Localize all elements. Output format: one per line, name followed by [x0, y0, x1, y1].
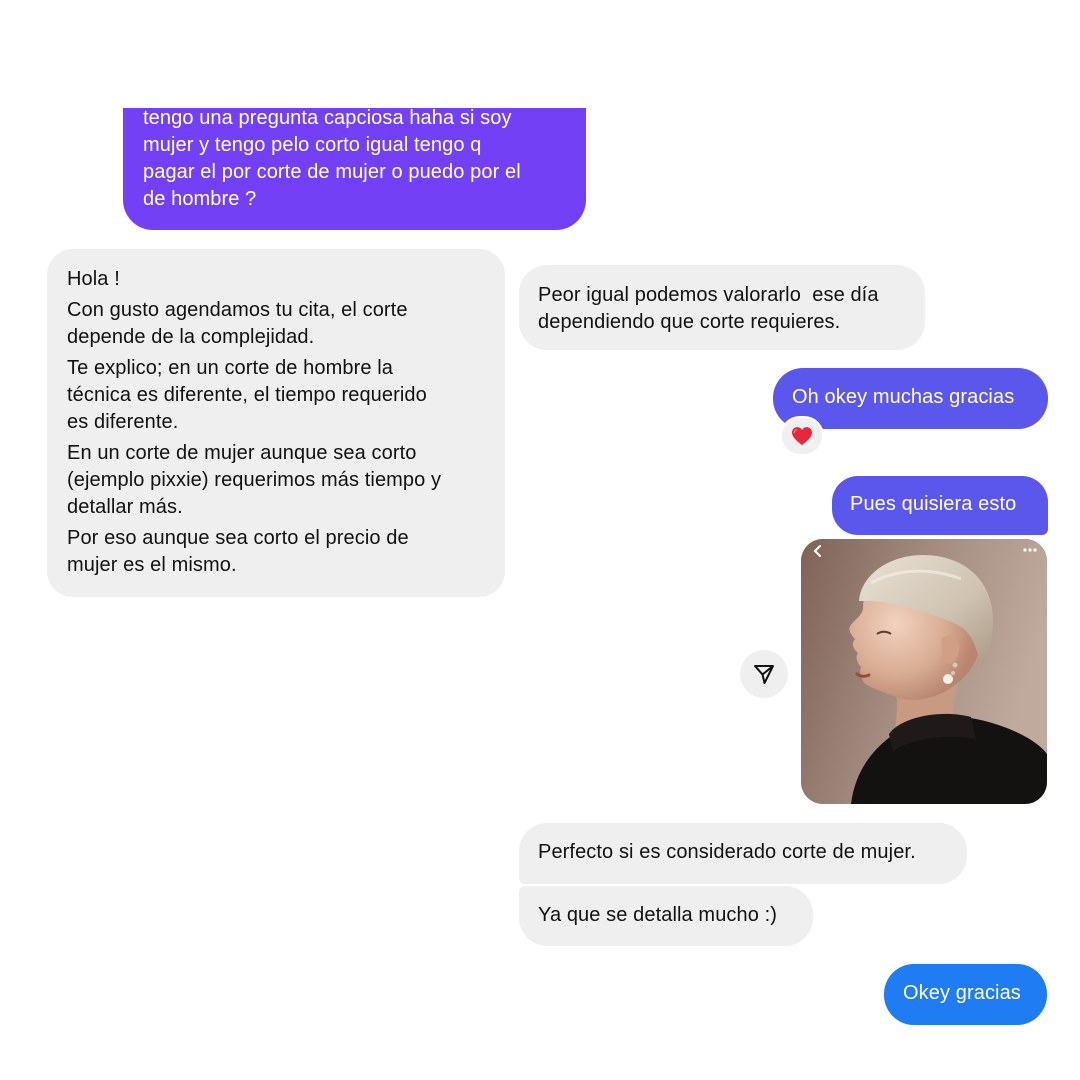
message-text: Ya que se detalla mucho :) — [538, 904, 778, 926]
message-line: Por eso aunque sea corto el precio de — [67, 527, 409, 549]
received-message-valuation[interactable]: Peor igual podemos valorarlo ese día dep… — [519, 265, 925, 350]
message-paragraph: Con gusto agendamos tu cita, el corte de… — [67, 297, 485, 351]
message-line: Te explico; en un corte de hombre la — [67, 357, 394, 379]
message-paragraph: Te explico; en un corte de hombre la téc… — [67, 355, 485, 436]
message-line: técnica es diferente, el tiempo requerid… — [67, 384, 427, 406]
message-text: Perfecto si es considerado corte de muje… — [538, 841, 916, 863]
sent-message-question[interactable]: tengo una pregunta capciosa haha si soy … — [123, 107, 586, 230]
message-paragraph: Hola ! — [67, 266, 485, 293]
message-line: mujer es el mismo. — [67, 554, 237, 576]
message-text: Pues quisiera esto — [850, 493, 1017, 515]
message-line: de hombre ? — [143, 188, 257, 210]
message-paragraph: En un corte de mujer aunque sea corto (e… — [67, 440, 485, 521]
message-paragraph: Por eso aunque sea corto el precio de mu… — [67, 525, 485, 579]
received-message-detail[interactable]: Ya que se detalla mucho :) — [519, 886, 813, 946]
message-text: Okey gracias — [903, 982, 1021, 1004]
message-line: mujer y tengo pelo corto igual tengo q — [143, 134, 482, 156]
send-arrow-icon — [754, 665, 774, 684]
heart-reaction-icon[interactable] — [780, 416, 824, 456]
message-text: Oh okey muchas gracias — [792, 386, 1015, 408]
sent-message-okey[interactable]: Okey gracias — [884, 964, 1047, 1025]
message-line: En un corte de mujer aunque sea corto — [67, 442, 417, 464]
message-line: (ejemplo pixxie) requerimos más tiempo y — [67, 469, 442, 491]
share-button[interactable] — [740, 650, 788, 698]
message-line: detallar más. — [67, 496, 183, 518]
message-line: depende de la complejidad. — [67, 326, 315, 348]
message-line: es diferente. — [67, 411, 179, 433]
message-line: dependiendo que corte requieres. — [538, 311, 841, 333]
received-message-confirm[interactable]: Perfecto si es considerado corte de muje… — [519, 823, 967, 884]
message-line: pagar el por corte de mujer o puedo por … — [143, 161, 521, 183]
shared-post-photo[interactable] — [801, 539, 1047, 804]
received-message-explanation[interactable]: Hola ! Con gusto agendamos tu cita, el c… — [47, 249, 505, 597]
heart-icon — [792, 427, 812, 446]
message-line: Peor igual podemos valorarlo ese día — [538, 284, 879, 306]
sent-message-request[interactable]: Pues quisiera esto — [832, 476, 1048, 535]
message-line: tengo una pregunta capciosa haha si soy — [143, 107, 512, 129]
message-line: Hola ! — [67, 268, 120, 290]
woman-short-haircut-photo — [801, 539, 1047, 804]
message-line: Con gusto agendamos tu cita, el corte — [67, 299, 408, 321]
